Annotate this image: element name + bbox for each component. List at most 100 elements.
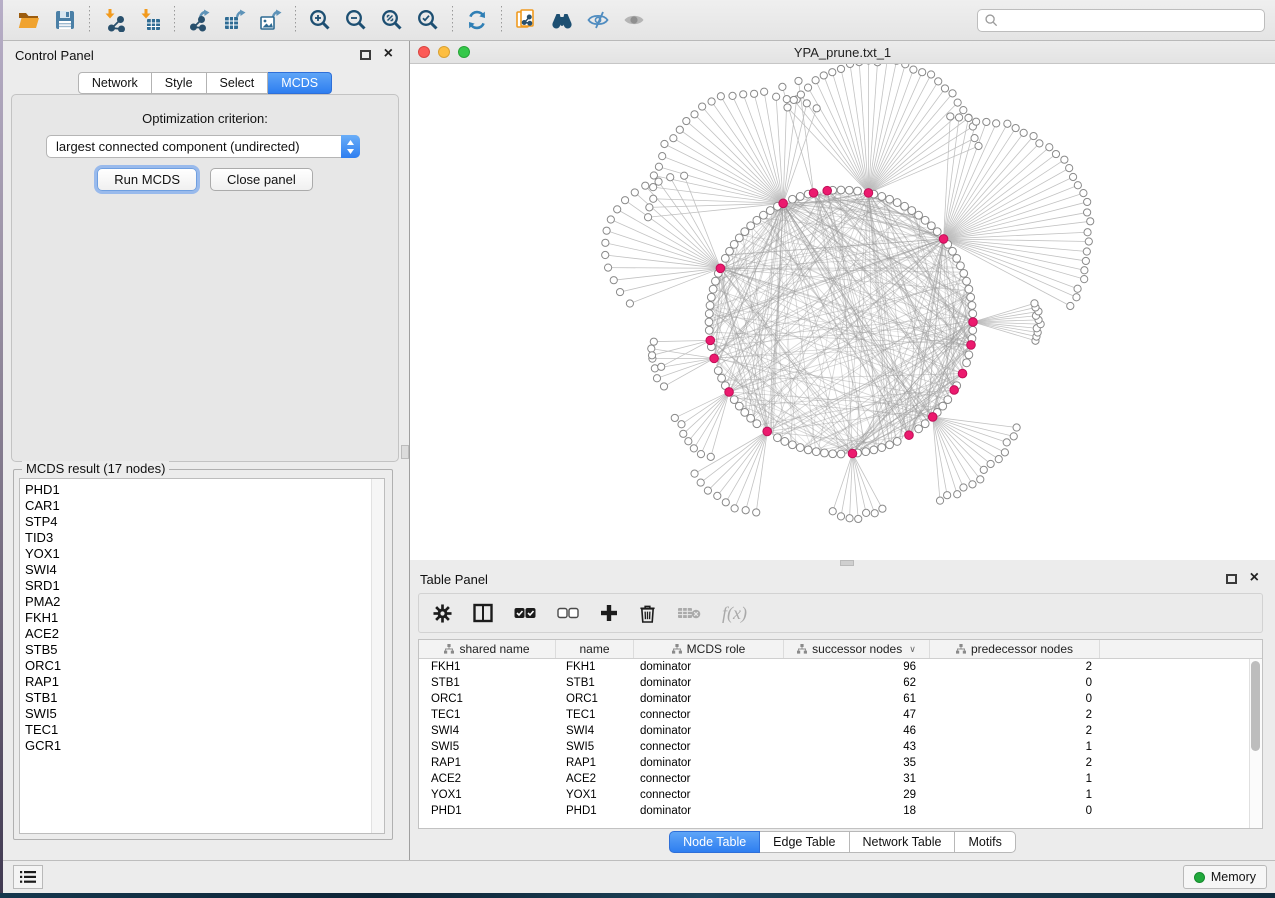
network-leaf-node[interactable] (602, 239, 609, 246)
network-node[interactable] (718, 374, 726, 382)
network-node[interactable] (862, 448, 870, 456)
mcds-result-item[interactable]: RAP1 (25, 674, 384, 690)
network-hub-node[interactable] (710, 354, 719, 363)
deselect-all-button[interactable] (557, 607, 579, 620)
network-leaf-node[interactable] (936, 497, 943, 504)
refresh-view-button[interactable] (459, 3, 495, 37)
network-hub-node[interactable] (905, 431, 914, 440)
network-leaf-node[interactable] (975, 142, 982, 149)
network-hub-node[interactable] (823, 186, 832, 195)
table-row[interactable]: FKH1FKH1dominator962 (419, 659, 1262, 675)
network-leaf-node[interactable] (960, 107, 967, 114)
network-leaf-node[interactable] (659, 153, 666, 160)
network-node[interactable] (796, 193, 804, 201)
network-node[interactable] (886, 441, 894, 449)
network-hub-node[interactable] (763, 427, 772, 436)
network-leaf-node[interactable] (660, 383, 667, 390)
column-header-successor-nodes[interactable]: successor nodes ∨ (784, 640, 930, 658)
network-leaf-node[interactable] (919, 69, 926, 76)
network-leaf-node[interactable] (995, 456, 1002, 463)
network-leaf-node[interactable] (621, 197, 628, 204)
mcds-result-item[interactable]: PMA2 (25, 594, 384, 610)
network-node[interactable] (901, 202, 909, 210)
network-leaf-node[interactable] (987, 460, 994, 467)
network-hub-node[interactable] (848, 449, 857, 458)
network-leaf-node[interactable] (965, 114, 972, 121)
mcds-list-scrollbar[interactable] (371, 479, 384, 833)
network-hub-node[interactable] (779, 199, 788, 208)
network-node[interactable] (821, 449, 829, 457)
tab-motifs[interactable]: Motifs (955, 831, 1015, 853)
network-leaf-node[interactable] (804, 84, 811, 91)
function-builder-button[interactable]: f(x) (722, 603, 747, 624)
search-input[interactable] (999, 10, 1264, 31)
table-row[interactable]: RAP1RAP1dominator352 (419, 755, 1262, 771)
zoom-in-button[interactable] (302, 3, 338, 37)
network-leaf-node[interactable] (667, 174, 674, 181)
network-leaf-node[interactable] (691, 111, 698, 118)
network-leaf-node[interactable] (784, 104, 791, 111)
find-button[interactable] (544, 3, 580, 37)
show-panels-button[interactable] (616, 3, 652, 37)
network-leaf-node[interactable] (691, 470, 698, 477)
network-leaf-node[interactable] (678, 421, 685, 428)
mcds-result-item[interactable]: GCR1 (25, 738, 384, 754)
network-leaf-node[interactable] (761, 88, 768, 95)
network-node[interactable] (705, 310, 713, 318)
network-leaf-node[interactable] (863, 509, 870, 516)
mcds-result-item[interactable]: STB1 (25, 690, 384, 706)
network-leaf-node[interactable] (944, 492, 951, 499)
network-leaf-node[interactable] (949, 90, 956, 97)
show-task-history-button[interactable] (13, 865, 43, 889)
network-leaf-node[interactable] (742, 507, 749, 514)
network-hub-node[interactable] (950, 386, 959, 395)
mcds-result-item[interactable]: ACE2 (25, 626, 384, 642)
network-hub-node[interactable] (958, 369, 967, 378)
table-row[interactable]: TEC1TEC1connector472 (419, 707, 1262, 723)
network-leaf-node[interactable] (717, 93, 724, 100)
network-node[interactable] (960, 270, 968, 278)
scrollbar-thumb[interactable] (1251, 661, 1260, 751)
network-leaf-node[interactable] (829, 508, 836, 515)
mcds-result-item[interactable]: TID3 (25, 530, 384, 546)
network-leaf-node[interactable] (602, 251, 609, 258)
network-leaf-node[interactable] (650, 184, 657, 191)
network-node[interactable] (726, 247, 734, 255)
network-node[interactable] (709, 285, 717, 293)
network-leaf-node[interactable] (751, 90, 758, 97)
network-leaf-node[interactable] (655, 178, 662, 185)
mcds-result-item[interactable]: FKH1 (25, 610, 384, 626)
network-leaf-node[interactable] (1084, 198, 1091, 205)
network-leaf-node[interactable] (690, 445, 697, 452)
network-node[interactable] (747, 222, 755, 230)
network-node[interactable] (741, 228, 749, 236)
network-node[interactable] (915, 425, 923, 433)
network-leaf-node[interactable] (697, 451, 704, 458)
network-leaf-node[interactable] (707, 453, 714, 460)
table-row[interactable]: ORC1ORC1dominator610 (419, 691, 1262, 707)
network-leaf-node[interactable] (708, 98, 715, 105)
tab-node-table[interactable]: Node Table (669, 831, 760, 853)
float-panel-icon[interactable] (1226, 574, 1237, 584)
network-node[interactable] (845, 186, 853, 194)
network-leaf-node[interactable] (699, 103, 706, 110)
network-hub-node[interactable] (809, 189, 818, 198)
network-leaf-node[interactable] (855, 515, 862, 522)
zoom-fit-button[interactable] (374, 3, 410, 37)
network-node[interactable] (812, 448, 820, 456)
network-leaf-node[interactable] (960, 484, 967, 491)
network-leaf-node[interactable] (969, 481, 976, 488)
network-leaf-node[interactable] (1013, 424, 1020, 431)
network-leaf-node[interactable] (856, 64, 863, 66)
column-header-shared-name[interactable]: shared name (419, 640, 556, 658)
network-leaf-node[interactable] (685, 438, 692, 445)
network-leaf-node[interactable] (650, 338, 657, 345)
network-leaf-node[interactable] (1061, 156, 1068, 163)
network-hub-node[interactable] (928, 413, 937, 422)
network-leaf-node[interactable] (729, 92, 736, 99)
network-leaf-node[interactable] (1074, 182, 1081, 189)
network-node[interactable] (965, 351, 973, 359)
network-node[interactable] (774, 434, 782, 442)
network-leaf-node[interactable] (670, 135, 677, 142)
network-canvas[interactable] (410, 64, 1275, 560)
